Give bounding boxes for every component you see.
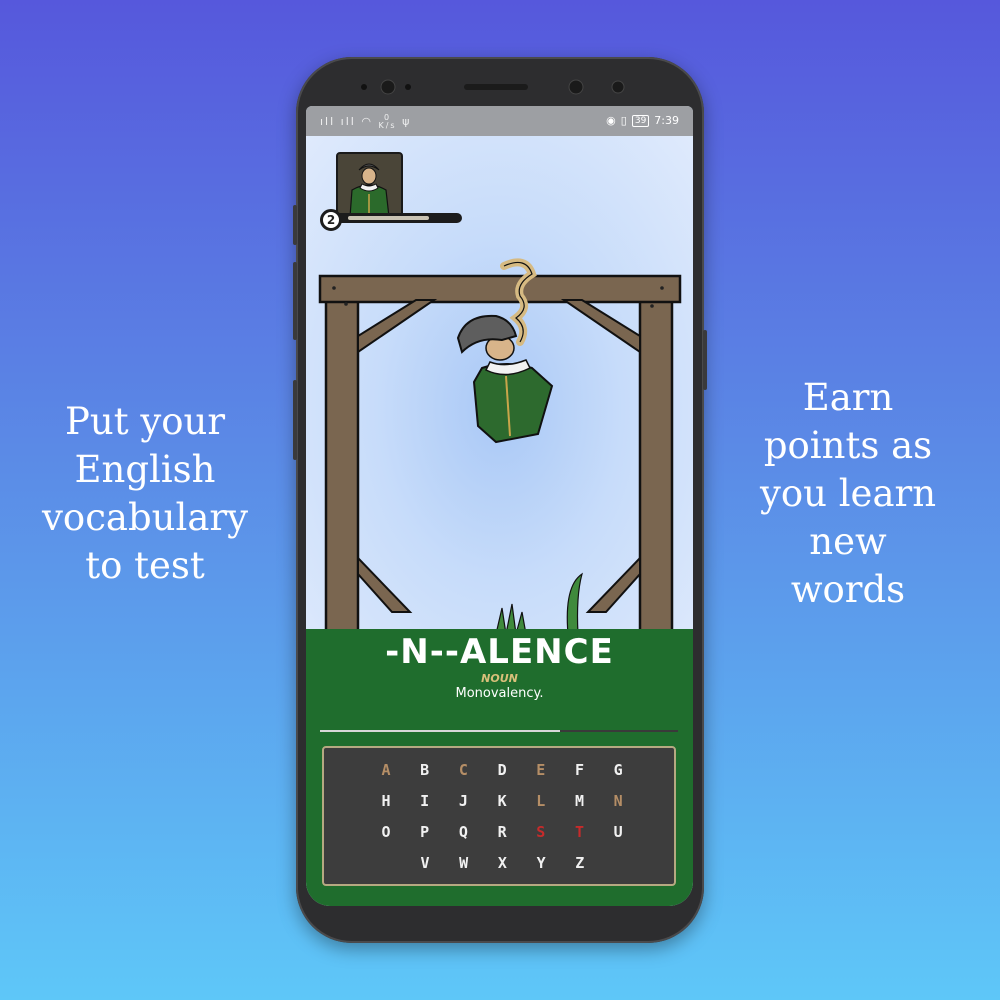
- promo-left-line: to test: [85, 544, 205, 587]
- key-a[interactable]: A: [371, 758, 401, 782]
- key-h[interactable]: H: [371, 789, 401, 813]
- promo-text-right: Earn points as you learn new words: [738, 374, 958, 614]
- promo-right-line: words: [790, 568, 906, 611]
- status-right: ◉ ▯ 39 7:39: [606, 114, 679, 127]
- key-b[interactable]: B: [410, 758, 440, 782]
- right-lower-brace: [585, 555, 641, 613]
- status-left: ıll ıll ◠ 0 K/s ψ: [320, 114, 411, 130]
- key-o[interactable]: O: [371, 820, 401, 844]
- xp-progress-bar: [332, 213, 462, 223]
- wifi-icon: ◠: [361, 115, 373, 128]
- key-d[interactable]: D: [487, 758, 517, 782]
- key-y[interactable]: Y: [526, 851, 556, 875]
- right-brace: [560, 299, 641, 354]
- network-speed-unit: K/s: [378, 121, 397, 130]
- key-w[interactable]: W: [449, 851, 479, 875]
- key-x[interactable]: X: [487, 851, 517, 875]
- key-l[interactable]: L: [526, 789, 556, 813]
- key-m[interactable]: M: [565, 789, 595, 813]
- right-post: [638, 294, 674, 636]
- volume-button: [293, 205, 297, 245]
- promo-right-line: you learn: [759, 472, 937, 515]
- left-brace: [357, 299, 438, 354]
- bixby-button: [293, 380, 297, 460]
- key-z[interactable]: Z: [565, 851, 595, 875]
- status-bar: ıll ıll ◠ 0 K/s ψ ◉ ▯ 39 7:39: [306, 106, 693, 136]
- part-of-speech: NOUN: [481, 672, 518, 685]
- app-screen: ıll ıll ◠ 0 K/s ψ ◉ ▯ 39 7:39 2 -N--ALEN…: [306, 106, 693, 906]
- key-n[interactable]: N: [603, 789, 633, 813]
- masked-word: -N--ALENCE: [385, 632, 614, 672]
- letter-keyboard: ABCDEFG HIJKLMN OPQRSTU VWXYZ: [322, 746, 676, 886]
- usb-icon: ψ: [402, 115, 412, 128]
- crossbeam: [318, 274, 682, 304]
- key-i[interactable]: I: [410, 789, 440, 813]
- key-u[interactable]: U: [603, 820, 633, 844]
- gallows-scene: [318, 258, 682, 636]
- status-time: 7:39: [654, 114, 679, 127]
- key-e[interactable]: E: [526, 758, 556, 782]
- avatar-portrait[interactable]: [336, 152, 403, 219]
- hanging-figure: [456, 314, 554, 444]
- key-q[interactable]: Q: [448, 820, 478, 844]
- promo-left-line: vocabulary: [42, 496, 248, 539]
- left-post: [324, 294, 360, 636]
- promo-right-line: new: [809, 520, 887, 563]
- promo-text-left: Put your English vocabulary to test: [20, 398, 270, 590]
- key-r[interactable]: R: [487, 820, 517, 844]
- key-g[interactable]: G: [603, 758, 633, 782]
- key-s[interactable]: S: [526, 820, 556, 844]
- key-j[interactable]: J: [448, 789, 478, 813]
- key-c[interactable]: C: [448, 758, 478, 782]
- key-k[interactable]: K: [487, 789, 517, 813]
- word-progress-bar: [320, 730, 678, 732]
- promo-left-line: Put your: [64, 400, 226, 443]
- battery-icon: 39: [631, 114, 650, 127]
- network-speed: 0 K/s: [378, 114, 396, 130]
- vibrate-icon: ▯: [620, 114, 627, 127]
- word-definition: Monovalency.: [455, 686, 544, 701]
- promo-right-line: points as: [763, 424, 933, 467]
- plant-leaf: [566, 572, 584, 635]
- key-v[interactable]: V: [410, 851, 440, 875]
- word-progress-fill: [320, 730, 560, 732]
- promo-right-line: Earn: [802, 376, 894, 419]
- power-button: [703, 330, 707, 390]
- signal-icon: ıll ıll: [320, 115, 356, 128]
- volume-button: [293, 262, 297, 340]
- key-f[interactable]: F: [565, 758, 595, 782]
- portrait-figure: [338, 154, 401, 217]
- xp-progress-fill: [348, 216, 429, 220]
- key-p[interactable]: P: [410, 820, 440, 844]
- left-lower-brace: [357, 555, 413, 613]
- level-badge: 2: [320, 209, 342, 231]
- eye-icon: ◉: [606, 114, 616, 127]
- key-t[interactable]: T: [565, 820, 595, 844]
- promo-left-line: English: [74, 448, 216, 491]
